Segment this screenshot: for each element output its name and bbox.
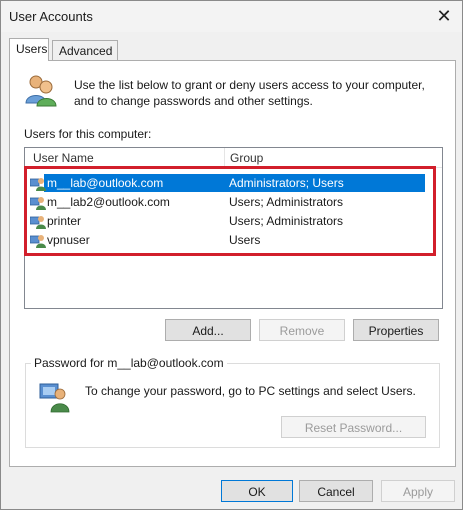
column-divider[interactable] xyxy=(224,148,225,167)
column-user-name[interactable]: User Name xyxy=(33,151,94,165)
password-user-icon xyxy=(39,383,70,413)
tab-advanced[interactable]: Advanced xyxy=(52,40,118,61)
user-icon xyxy=(30,216,46,229)
users-icon xyxy=(25,75,57,107)
add-button[interactable]: Add... xyxy=(165,319,251,341)
user-group-cell: Users; Administrators xyxy=(229,195,344,209)
table-row[interactable]: vpnuser Users xyxy=(30,231,425,249)
column-group[interactable]: Group xyxy=(230,151,263,165)
remove-button[interactable]: Remove xyxy=(259,319,345,341)
reset-password-button[interactable]: Reset Password... xyxy=(281,416,426,438)
user-name-cell: m__lab2@outlook.com xyxy=(47,195,170,209)
user-group-cell: Users; Administrators xyxy=(229,214,344,228)
users-list-label: Users for this computer: xyxy=(24,127,152,141)
user-icon xyxy=(30,235,46,248)
list-header: User Name Group xyxy=(25,148,442,168)
password-group-label: Password for m__lab@outlook.com xyxy=(31,356,227,370)
user-name-cell: m__lab@outlook.com xyxy=(47,176,164,190)
users-list[interactable]: User Name Group m__lab@outlook.com Admin… xyxy=(24,147,443,309)
user-icon xyxy=(30,197,46,210)
cancel-button[interactable]: Cancel xyxy=(299,480,373,502)
tab-users[interactable]: Users xyxy=(9,38,49,61)
user-group-cell: Administrators; Users xyxy=(229,176,344,190)
user-name-cell: vpnuser xyxy=(47,233,90,247)
intro-text: Use the list below to grant or deny user… xyxy=(74,78,425,108)
properties-button[interactable]: Properties xyxy=(353,319,439,341)
close-icon[interactable]: ✕ xyxy=(432,5,456,27)
apply-button[interactable]: Apply xyxy=(381,480,455,502)
user-group-cell: Users xyxy=(229,233,261,247)
window-title: User Accounts xyxy=(9,9,93,24)
user-icon xyxy=(30,178,46,191)
table-row[interactable]: printer Users; Administrators xyxy=(30,212,425,230)
table-row[interactable]: m__lab@outlook.com Administrators; Users xyxy=(30,174,425,192)
user-accounts-window: User Accounts ✕ Users Advanced Use the l… xyxy=(0,0,463,510)
password-instructions: To change your password, go to PC settin… xyxy=(85,384,416,398)
user-name-cell: printer xyxy=(47,214,82,228)
ok-button[interactable]: OK xyxy=(221,480,293,502)
table-row[interactable]: m__lab2@outlook.com Users; Administrator… xyxy=(30,193,425,211)
title-bar: User Accounts ✕ xyxy=(1,1,462,32)
